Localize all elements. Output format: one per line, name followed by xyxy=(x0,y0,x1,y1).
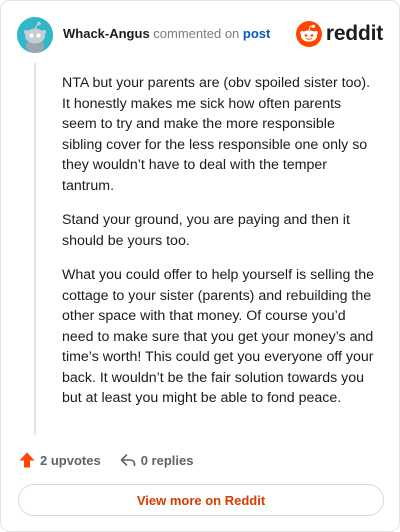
comment-paragraph-2: Stand your ground, you are paying and th… xyxy=(62,212,350,249)
comment-paragraph-1: NTA but your parents are (obv spoiled si… xyxy=(62,75,371,194)
user-avatar[interactable] xyxy=(17,17,53,53)
commented-on-text: commented on xyxy=(153,26,240,41)
author-name[interactable]: Whack-Angus xyxy=(63,26,150,41)
view-more-button[interactable]: View more on Reddit xyxy=(18,484,384,516)
comment-paragraph-3: What you could offer to help yourself is… xyxy=(62,267,375,406)
comment-body: NTA but your parents are (obv spoiled si… xyxy=(62,73,377,423)
upvotes-count: 2 upvotes xyxy=(40,452,101,468)
upvote-button[interactable]: 2 upvotes xyxy=(18,451,101,469)
comment-meta: Whack-Angus commented on post xyxy=(63,26,270,41)
comment-actions: 2 upvotes 0 replies xyxy=(18,450,211,470)
snoo-avatar-icon xyxy=(17,17,53,53)
reply-arrow-icon xyxy=(120,454,135,467)
reply-button[interactable]: 0 replies xyxy=(119,451,194,469)
reddit-logo[interactable]: reddit xyxy=(295,20,383,48)
reddit-wordmark: reddit xyxy=(325,22,383,45)
thread-line xyxy=(34,63,36,435)
reddit-snoo-icon xyxy=(295,21,322,47)
post-link[interactable]: post xyxy=(243,26,270,41)
embedded-comment-card: Whack-Angus commented on post reddit NTA… xyxy=(0,0,400,532)
replies-count: 0 replies xyxy=(140,452,194,468)
comment-header: Whack-Angus commented on post reddit xyxy=(17,15,383,55)
upvote-arrow-icon xyxy=(19,452,35,468)
